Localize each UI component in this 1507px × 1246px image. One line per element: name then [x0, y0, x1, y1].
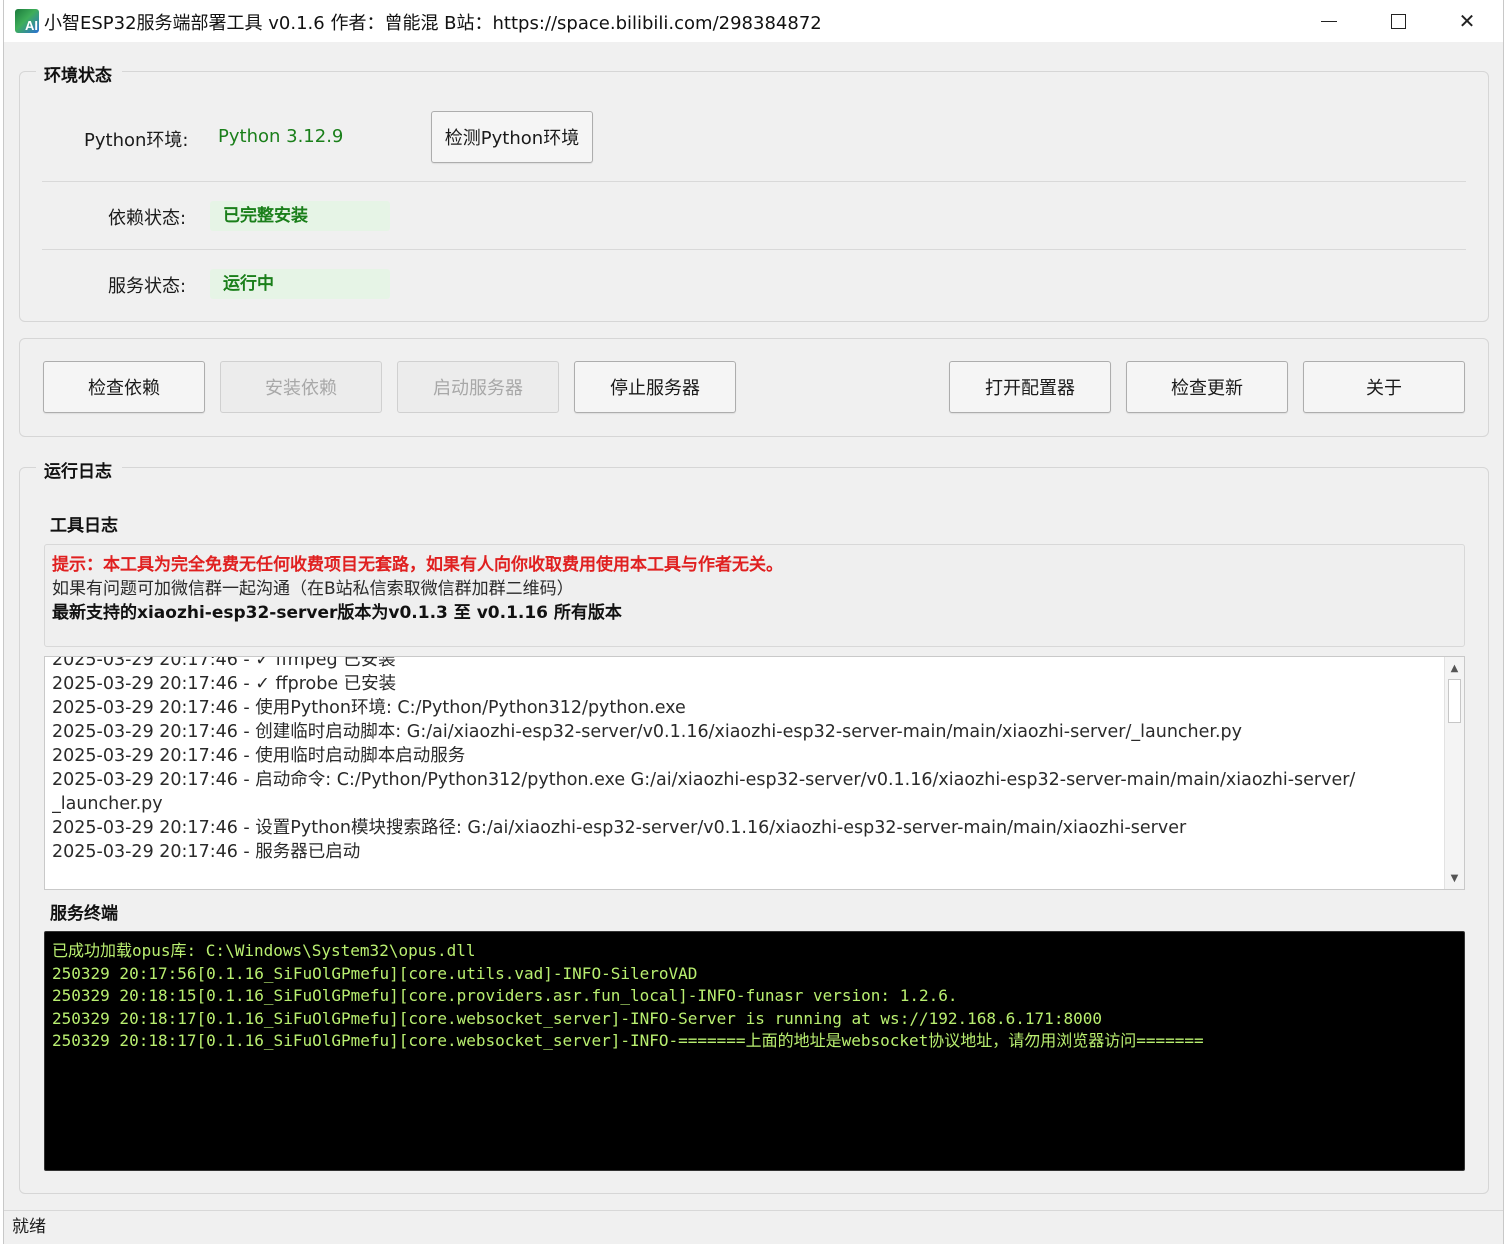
log-line: 2025-03-29 20:17:46 - 启动命令: C:/Python/Py…: [52, 770, 1356, 790]
divider: [42, 181, 1466, 182]
log-scrollbar[interactable]: ▲ ▼: [1444, 657, 1464, 889]
environment-status-group: 环境状态 Python环境: Python 3.12.9 检测Python环境 …: [19, 61, 1489, 322]
log-line: 2025-03-29 20:17:46 - 使用临时启动脚本启动服务: [52, 746, 466, 766]
title-bar[interactable]: AI 小智ESP32服务端部署工具 v0.1.6 作者：曾能混 B站：https…: [4, 0, 1503, 42]
divider: [42, 249, 1466, 250]
notice-contact: 如果有问题可加微信群一起沟通（在B站私信索取微信群加群二维码）: [52, 579, 574, 599]
environment-group-title: 环境状态: [36, 61, 122, 86]
terminal-line: 250329 20:18:17[0.1.16_SiFuOlGPmefu][cor…: [52, 1008, 1102, 1028]
terminal-line: 250329 20:18:17[0.1.16_SiFuOlGPmefu][cor…: [52, 1031, 1204, 1050]
app-logo-icon: AI: [15, 9, 39, 33]
maximize-button[interactable]: [1364, 0, 1432, 42]
terminal-line: 250329 20:17:56[0.1.16_SiFuOlGPmefu][cor…: [52, 963, 698, 983]
install-deps-button[interactable]: 安装依赖: [220, 361, 382, 413]
check-update-button[interactable]: 检查更新: [1126, 361, 1288, 413]
status-text: 就绪: [12, 1217, 46, 1237]
close-button[interactable]: ✕: [1433, 0, 1501, 42]
log-line: 2025-03-29 20:17:46 - 服务器已启动: [52, 842, 361, 862]
log-line: 2025-03-29 20:17:46 - 设置Python模块搜索路径: G:…: [52, 818, 1187, 838]
start-server-button[interactable]: 启动服务器: [397, 361, 559, 413]
terminal-line: 250329 20:18:15[0.1.16_SiFuOlGPmefu][cor…: [52, 986, 958, 1005]
stop-server-button[interactable]: 停止服务器: [574, 361, 736, 413]
minimize-button[interactable]: [1295, 0, 1363, 42]
log-line: 2025-03-29 20:17:46 - ✓ ffmpeg 已安装: [52, 656, 396, 670]
tool-log-lines: 2025-03-29 20:17:46 - ✓ ffmpeg 已安装 2025-0…: [52, 656, 1438, 864]
action-toolbar: 检查依赖 安装依赖 启动服务器 停止服务器 打开配置器 检查更新 关于: [19, 338, 1489, 437]
run-log-group: 运行日志 工具日志 提示：本工具为完全免费无任何收费项目无套路，如果有人向你收取…: [19, 457, 1489, 1194]
python-version-value: Python 3.12.9: [218, 126, 344, 147]
detect-python-button[interactable]: 检测Python环境: [431, 111, 593, 163]
server-terminal-output[interactable]: 已成功加载opus库: C:\Windows\System32\opus.dll…: [44, 931, 1465, 1171]
about-button[interactable]: 关于: [1303, 361, 1465, 413]
log-line: _launcher.py: [52, 794, 163, 814]
notice-panel: 提示：本工具为完全免费无任何收费项目无套路，如果有人向你收取费用使用本工具与作者…: [44, 544, 1465, 647]
scrollbar-thumb[interactable]: [1448, 679, 1461, 723]
maximize-icon: [1390, 13, 1406, 29]
service-status-label: 服务状态:: [108, 276, 187, 297]
app-window: AI 小智ESP32服务端部署工具 v0.1.6 作者：曾能混 B站：https…: [3, 0, 1504, 1244]
tool-log-textarea[interactable]: 2025-03-29 20:17:46 - ✓ ffmpeg 已安装 2025-0…: [44, 656, 1465, 890]
notice-warning: 提示：本工具为完全免费无任何收费项目无套路，如果有人向你收取费用使用本工具与作者…: [52, 555, 783, 575]
log-line: 2025-03-29 20:17:46 - ✓ ffprobe 已安装: [52, 674, 397, 694]
scroll-up-icon[interactable]: ▲: [1445, 659, 1464, 677]
terminal-line: 已成功加载opus库: C:\Windows\System32\opus.dll: [52, 941, 476, 960]
tool-log-title: 工具日志: [50, 516, 118, 536]
close-icon: ✕: [1458, 9, 1476, 33]
log-line: 2025-03-29 20:17:46 - 使用Python环境: C:/Pyt…: [52, 698, 686, 718]
deps-status-label: 依赖状态:: [108, 208, 187, 229]
python-env-label: Python环境:: [84, 130, 189, 151]
scroll-down-icon[interactable]: ▼: [1445, 869, 1464, 887]
window-title: 小智ESP32服务端部署工具 v0.1.6 作者：曾能混 B站：https://…: [44, 13, 822, 34]
service-status-badge: 运行中: [210, 269, 390, 299]
check-deps-button[interactable]: 检查依赖: [43, 361, 205, 413]
minimize-icon: [1321, 20, 1337, 22]
server-terminal-title: 服务终端: [50, 904, 118, 924]
open-config-button[interactable]: 打开配置器: [949, 361, 1111, 413]
status-bar: 就绪: [4, 1210, 1503, 1244]
deps-status-badge: 已完整安装: [210, 201, 390, 231]
run-log-group-title: 运行日志: [36, 457, 122, 482]
log-line: 2025-03-29 20:17:46 - 创建临时启动脚本: G:/ai/xi…: [52, 722, 1242, 742]
notice-version: 最新支持的xiaozhi-esp32-server版本为v0.1.3 至 v0.…: [52, 603, 622, 623]
